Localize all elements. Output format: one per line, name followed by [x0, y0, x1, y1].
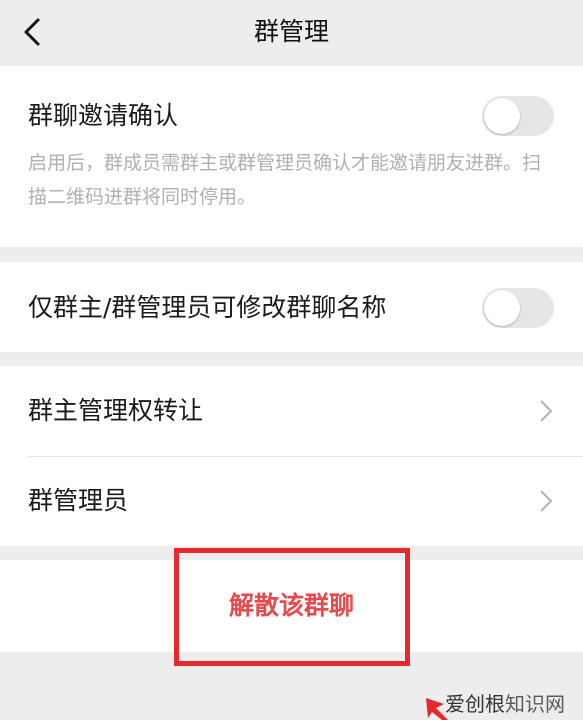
transfer-ownership-row[interactable]: 群主管理权转让: [0, 366, 583, 456]
invite-confirm-description: 启用后，群成员需群主或群管理员确认才能邀请朋友进群。扫描二维码进群将同时停用。: [28, 152, 542, 208]
group-admins-row[interactable]: 群管理员: [0, 457, 583, 546]
watermark-text-a: 爱创根: [445, 691, 505, 716]
invite-confirm-toggle[interactable]: [482, 96, 554, 136]
watermark-text-b: 知识网: [505, 691, 565, 716]
admin-section: 群主管理权转让 群管理员: [0, 366, 583, 546]
group-admins-label: 群管理员: [28, 486, 129, 515]
chevron-right-icon: [540, 400, 553, 422]
header-bar: 群管理: [0, 0, 583, 66]
rename-restrict-toggle[interactable]: [482, 288, 554, 328]
invite-confirm-section: 群聊邀请确认 启用后，群成员需群主或群管理员确认才能邀请朋友进群。扫描二维码进群…: [0, 66, 583, 247]
highlight-annotation-box: [174, 548, 410, 666]
toggle-knob: [484, 98, 520, 134]
transfer-ownership-label: 群主管理权转让: [28, 396, 204, 425]
toggle-knob: [484, 290, 520, 326]
invite-confirm-label: 群聊邀请确认: [28, 101, 179, 130]
page-title: 群管理: [253, 17, 329, 46]
rename-restrict-label: 仅群主/群管理员可修改群聊名称: [28, 293, 387, 322]
watermark: 爱创根 知识网: [445, 688, 565, 716]
rename-restrict-section: 仅群主/群管理员可修改群聊名称: [0, 262, 583, 352]
chevron-right-icon: [540, 490, 553, 512]
